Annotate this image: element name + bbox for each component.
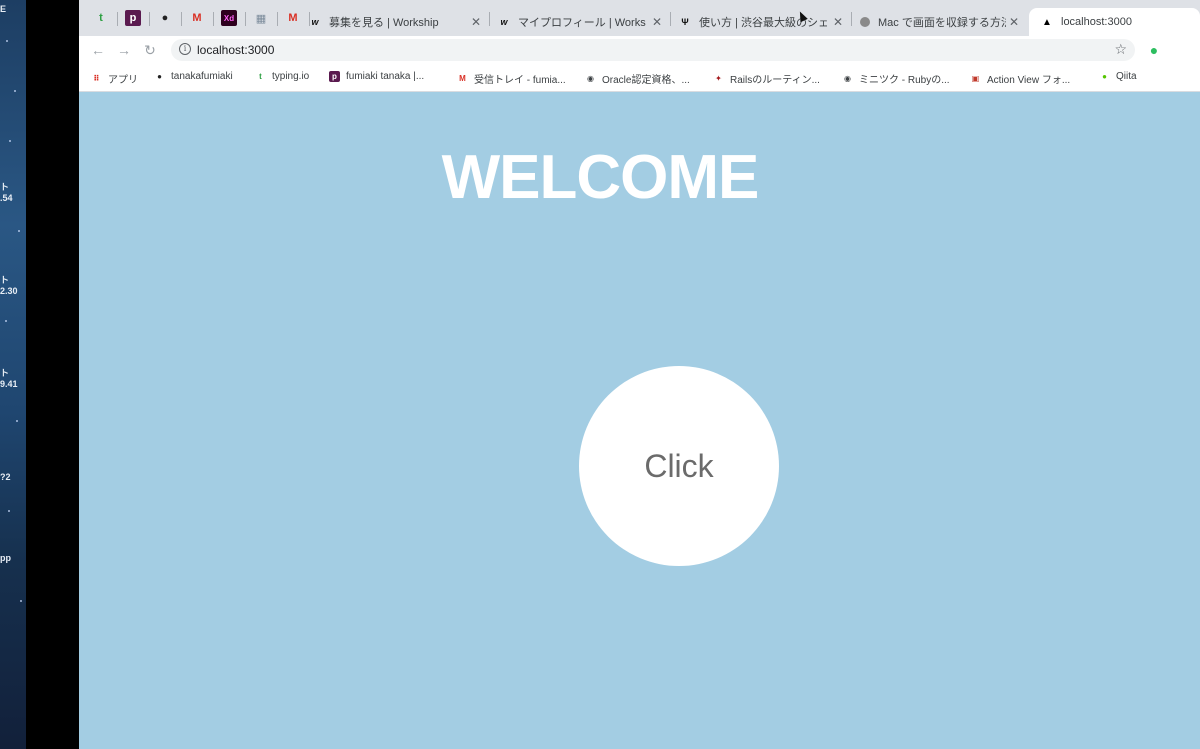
tab-title: マイプロフィール | Workship	[518, 17, 646, 29]
desktop-text: ?2	[0, 472, 11, 482]
tab-mac-recording[interactable]: Mac で画面を収録する方法 ✕	[852, 8, 1027, 36]
close-icon[interactable]: ✕	[833, 15, 843, 29]
desktop-text: 2.30	[0, 286, 18, 296]
evernote-icon[interactable]: ●	[1146, 42, 1162, 58]
pixiv-icon[interactable]: p	[125, 10, 141, 26]
gmail-icon: M	[459, 74, 466, 83]
back-button[interactable]: ←	[89, 41, 107, 59]
bookmark-typing[interactable]: t typing.io	[255, 71, 309, 82]
reload-button[interactable]: ↻	[141, 41, 159, 59]
bookmark-rails-routing[interactable]: ✦ Railsのルーティン...	[713, 71, 820, 86]
tab-title: Mac で画面を収録する方法	[878, 17, 1006, 29]
github-icon[interactable]: ●	[157, 10, 173, 26]
bookmark-label: 受信トレイ - fumia...	[474, 75, 566, 86]
gmail-icon[interactable]: M	[189, 10, 205, 26]
bookmark-label: Action View フォ...	[987, 75, 1071, 86]
office-icon: Ψ	[681, 17, 689, 27]
forward-button[interactable]: →	[115, 41, 133, 59]
tab-strip: t p ● M Xd ▦ M w 募集を見る | Workship ✕ w マイプロフィール…	[79, 0, 1200, 36]
workship-icon: w	[500, 17, 508, 27]
qiita-icon: ●	[1102, 72, 1107, 81]
desktop-background: E ト .54 ト 2.30 ト 9.41 ?2 pp	[0, 0, 26, 749]
vercel-triangle-icon: ▲	[1042, 16, 1052, 28]
bookmark-label: Railsのルーティン...	[730, 75, 820, 86]
globe-icon: ◉	[844, 74, 851, 83]
tab-localhost[interactable]: ▲ localhost:3000	[1029, 8, 1200, 36]
bookmark-action-view[interactable]: ▣ Action View フォ...	[970, 71, 1070, 86]
workship-icon: w	[311, 17, 319, 27]
apps-icon: ⠿	[93, 74, 100, 83]
bookmark-label: ミニツク - Rubyの...	[859, 75, 950, 86]
bookmarks-bar: ⠿ アプリ ● tanakafumiaki t typing.io p fumi…	[79, 64, 1200, 92]
bookmark-label: tanakafumiaki	[171, 71, 233, 82]
click-button[interactable]: Click	[579, 366, 779, 566]
window-gap	[26, 0, 79, 749]
bookmark-gmail[interactable]: M 受信トレイ - fumia...	[457, 71, 566, 86]
desktop-text: E	[0, 4, 7, 14]
tab-title: 使い方 | 渋谷最大級のシェアオフィス	[699, 17, 827, 29]
bookmark-star-icon[interactable]: ☆	[1114, 41, 1127, 58]
zotero-icon[interactable]: Z	[1172, 42, 1188, 58]
xd-icon[interactable]: Xd	[221, 10, 237, 26]
typing-icon: t	[259, 72, 262, 81]
bookmark-minituku[interactable]: ◉ ミニツク - Rubyの...	[842, 71, 950, 86]
pixiv-icon: p	[329, 71, 340, 82]
toolbar: ← → ↻ i localhost:3000 ☆ ● Z	[79, 36, 1200, 64]
desktop-text: pp	[0, 553, 11, 563]
tab-workship-jobs[interactable]: w 募集を見る | Workship ✕	[309, 8, 489, 36]
rails-icon: ✦	[715, 74, 722, 83]
page-title: WELCOME	[441, 143, 760, 212]
bookmark-label: Qiita	[1116, 71, 1137, 82]
bookmark-label: fumiaki tanaka |...	[346, 71, 425, 82]
globe-icon: ◉	[587, 74, 594, 83]
close-icon[interactable]: ✕	[471, 15, 481, 29]
github-icon: ●	[157, 72, 162, 81]
desktop-text: 9.41	[0, 379, 18, 389]
tab-shibuya-office[interactable]: Ψ 使い方 | 渋谷最大級のシェアオフィス ✕	[671, 8, 851, 36]
browser-window: t p ● M Xd ▦ M w 募集を見る | Workship ✕ w マイプロフィール…	[79, 0, 1200, 749]
bookmark-apps[interactable]: ⠿ アプリ	[91, 71, 138, 86]
apple-icon	[860, 17, 870, 27]
bookmark-qiita[interactable]: ● Qiita	[1099, 71, 1137, 82]
calendar-icon[interactable]: ▦	[253, 10, 269, 26]
address-bar[interactable]: i localhost:3000 ☆	[171, 39, 1135, 61]
tab-title: 募集を見る | Workship	[329, 17, 439, 29]
gmail-icon[interactable]: M	[285, 10, 301, 26]
url-text[interactable]: localhost:3000	[197, 43, 274, 57]
bookmark-pixiv[interactable]: p fumiaki tanaka |...	[329, 71, 424, 82]
close-icon[interactable]: ✕	[1009, 15, 1019, 29]
bookmark-label: typing.io	[272, 71, 310, 82]
close-icon[interactable]: ✕	[652, 15, 662, 29]
info-icon[interactable]: i	[179, 43, 191, 55]
desktop-text: ト	[0, 368, 10, 378]
bookmark-oracle[interactable]: ◉ Oracle認定資格、...	[585, 71, 690, 86]
bookmark-github[interactable]: ● tanakafumiaki	[154, 71, 233, 82]
bookmark-label: Oracle認定資格、...	[602, 75, 690, 86]
rails-guide-icon: ▣	[971, 74, 980, 83]
tab-title: localhost:3000	[1061, 16, 1132, 28]
typing-icon[interactable]: t	[93, 10, 109, 26]
bookmark-label: アプリ	[108, 75, 138, 86]
tab-workship-profile[interactable]: w マイプロフィール | Workship ✕	[490, 8, 670, 36]
page-content: WELCOME Click	[79, 92, 1200, 749]
desktop-text: ト	[0, 275, 10, 285]
